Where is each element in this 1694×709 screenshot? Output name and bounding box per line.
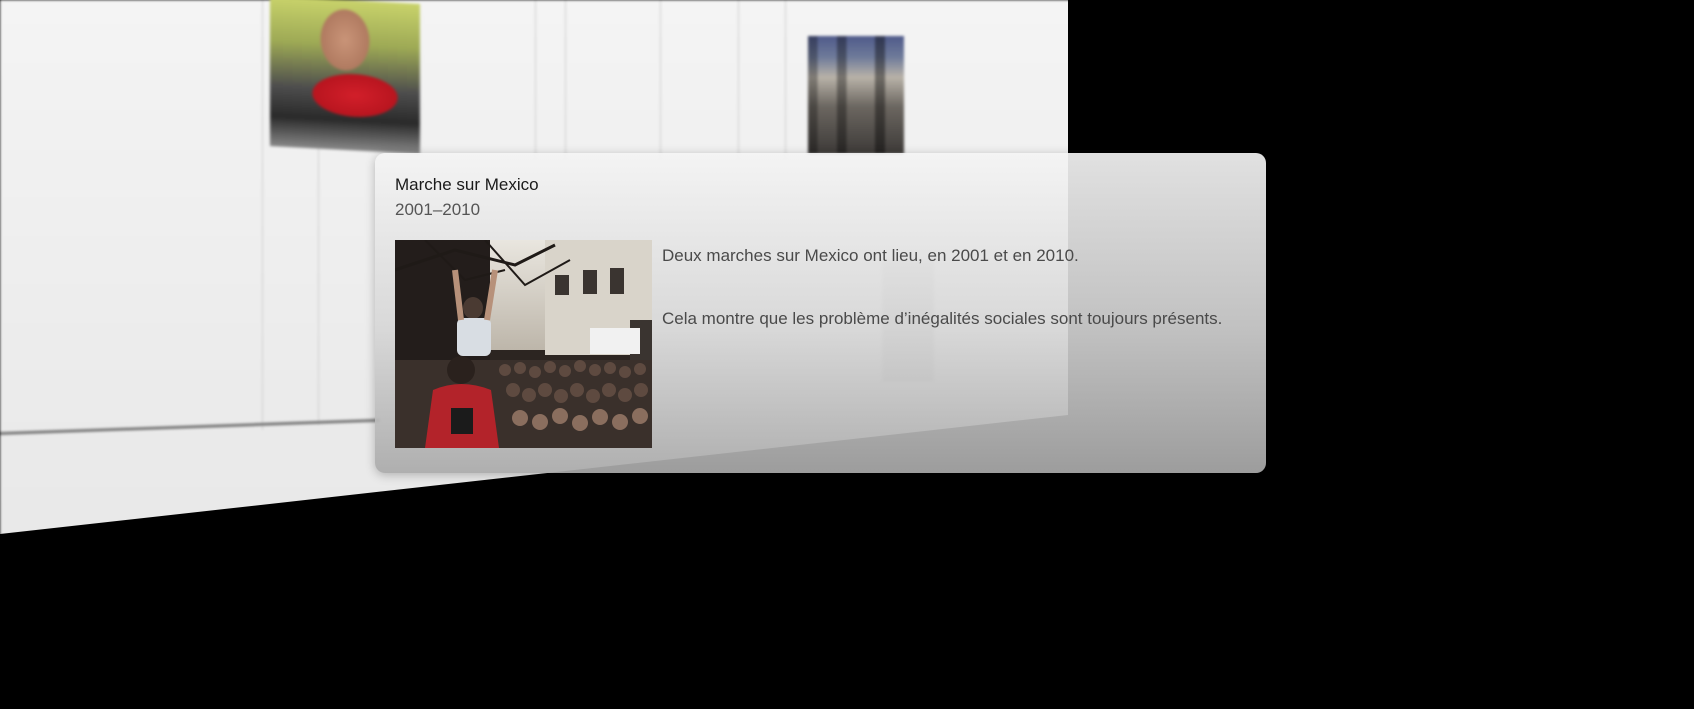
- timeline-gridline: [738, 0, 739, 160]
- timeline-gridline: [565, 0, 566, 160]
- protest-crowd-photo: [395, 240, 652, 448]
- description-paragraph: Cela montre que les problème d’inégalité…: [662, 309, 1223, 328]
- event-title: Marche sur Mexico: [395, 175, 539, 194]
- timeline-axis: [0, 418, 380, 435]
- timeline-gridline: [785, 0, 786, 160]
- event-date-range: 2001–2010: [395, 200, 481, 219]
- crowd-balcony-photo[interactable]: [808, 36, 904, 154]
- event-description: Deux marches sur Mexico ont lieu, en 200…: [662, 245, 1242, 371]
- timeline-gridline: [660, 0, 661, 160]
- description-paragraph: Deux marches sur Mexico ont lieu, en 200…: [662, 246, 1079, 265]
- portrait-red-shirt-photo[interactable]: [270, 0, 420, 154]
- timeline-gridline: [262, 0, 263, 430]
- event-detail-popup[interactable]: Marche sur Mexico 2001–2010 Deux marches…: [375, 153, 1266, 473]
- timeline-gridline: [535, 0, 536, 160]
